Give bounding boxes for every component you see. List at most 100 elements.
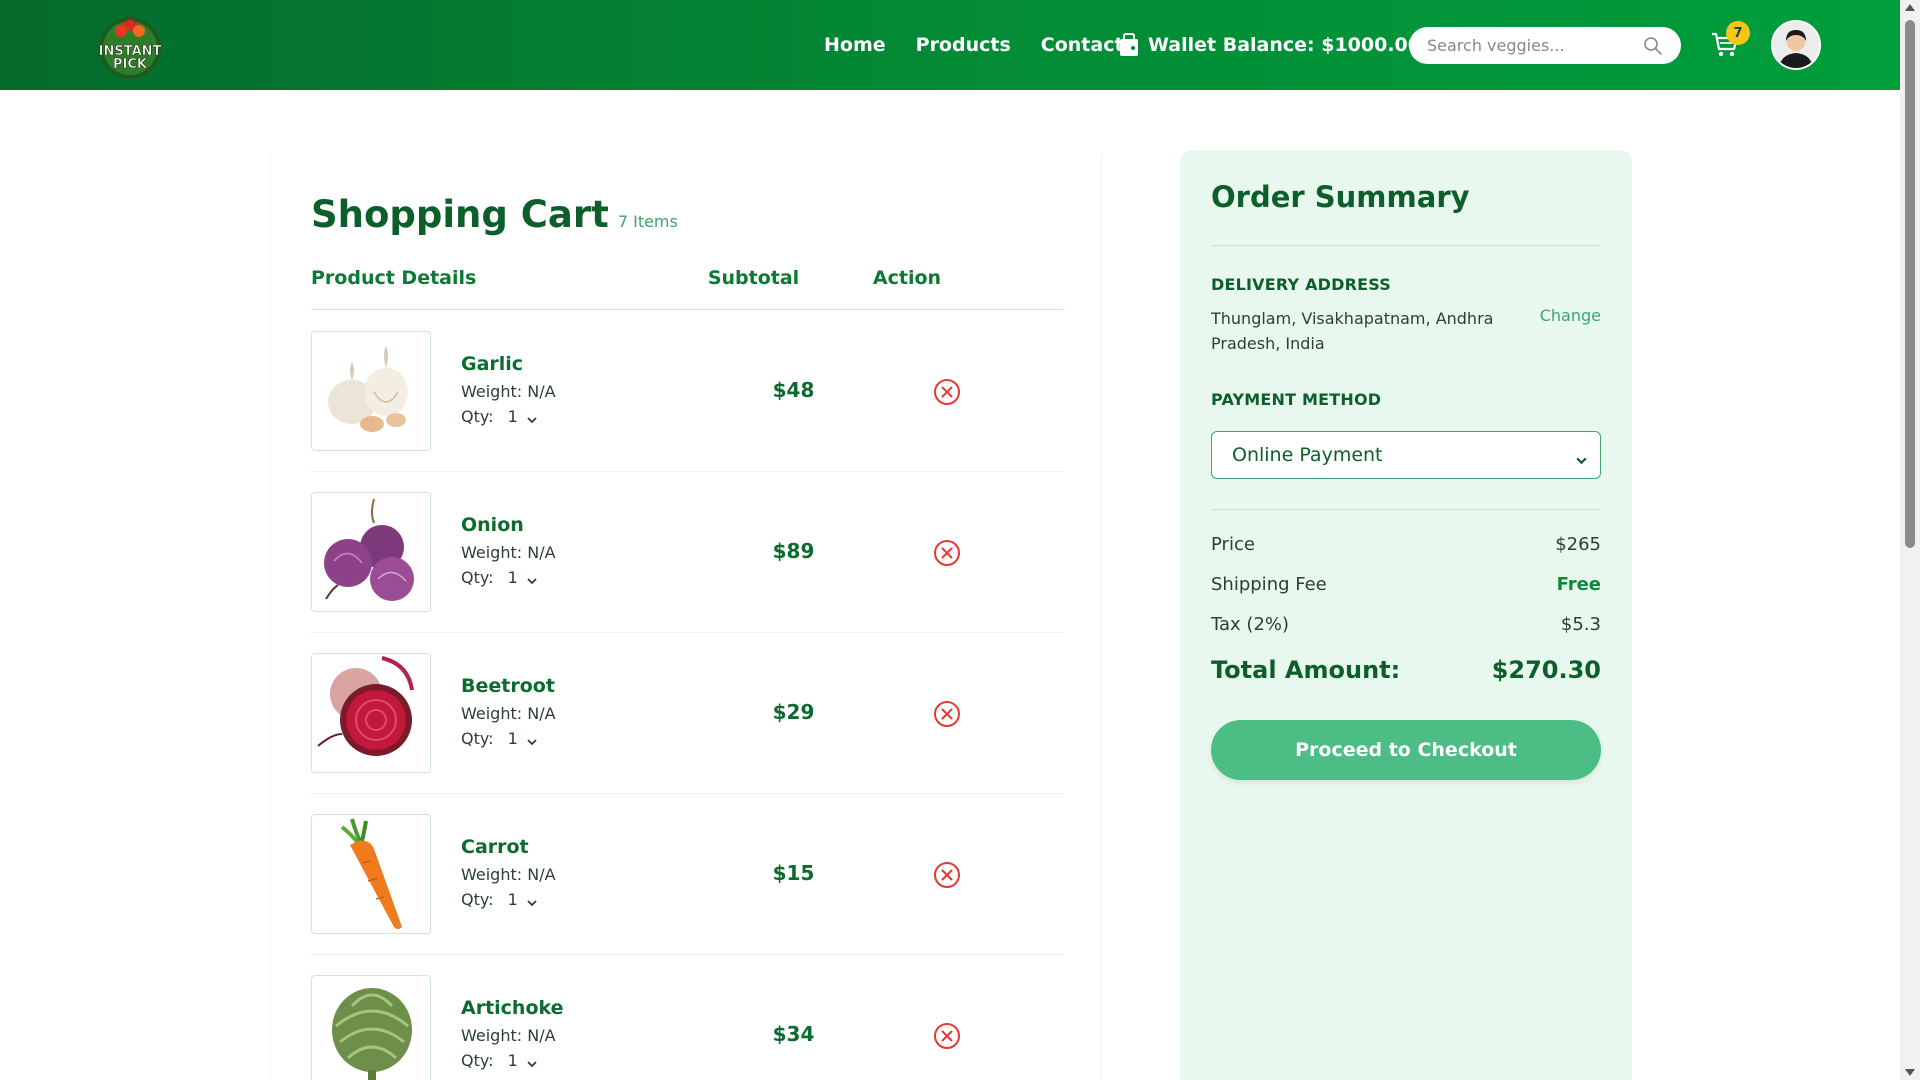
remove-item-button[interactable] [933, 700, 961, 728]
total-row: Total Amount: $270.30 [1211, 656, 1601, 684]
search-input[interactable] [1427, 36, 1643, 55]
user-avatar[interactable] [1771, 20, 1821, 70]
product-weight: Weight: N/A [461, 704, 556, 723]
tax-row: Tax (2%) $5.3 [1211, 614, 1601, 635]
product-weight: Weight: N/A [461, 865, 556, 884]
svg-text:PICK: PICK [113, 57, 148, 72]
cart-count-badge: 7 [1726, 21, 1750, 45]
product-image-garlic[interactable] [311, 331, 431, 451]
tax-label: Tax (2%) [1211, 614, 1290, 635]
order-summary-panel: Order Summary DELIVERY ADDRESS Thunglam,… [1180, 150, 1632, 1080]
scroll-down-icon[interactable] [1905, 1069, 1915, 1076]
product-name: Carrot [461, 836, 529, 858]
qty-label: Qty: [461, 1051, 494, 1070]
product-subtotal: $15 [772, 861, 815, 885]
nav-products-link[interactable]: Products [916, 34, 1011, 56]
qty-value: 1 [507, 729, 518, 748]
chevron-down-icon [526, 411, 538, 423]
payment-method-select[interactable]: Online Payment [1211, 431, 1601, 479]
scrollbar-thumb[interactable] [1905, 20, 1915, 548]
remove-item-button[interactable] [933, 1022, 961, 1050]
wallet-balance-text: Wallet Balance: $1000.00 [1148, 34, 1421, 56]
cart-row: Garlic Weight: N/A Qty: 1 $48 [311, 311, 1063, 472]
qty-label: Qty: [461, 729, 494, 748]
product-name: Onion [461, 514, 524, 536]
nav-links: Home Products Contact [824, 0, 1154, 90]
shopping-cart-panel: Shopping Cart 7 Items Product Details Su… [270, 155, 1102, 1080]
cart-item-count: 7 Items [617, 212, 678, 231]
product-weight: Weight: N/A [461, 1026, 556, 1045]
column-header-action: Action [872, 267, 942, 289]
shipping-row: Shipping Fee Free [1211, 574, 1601, 595]
page-title: Shopping Cart [311, 193, 609, 236]
delivery-address-label: DELIVERY ADDRESS [1211, 275, 1391, 294]
qty-label: Qty: [461, 568, 494, 587]
quantity-select[interactable]: Qty: 1 [461, 568, 538, 587]
product-subtotal: $89 [772, 539, 815, 563]
close-circle-icon [934, 379, 960, 405]
cart-heading: Shopping Cart 7 Items [311, 193, 678, 236]
chevron-down-icon [526, 733, 538, 745]
qty-value: 1 [507, 890, 518, 909]
page-scrollbar[interactable] [1900, 0, 1920, 1080]
product-image-onion[interactable] [311, 492, 431, 612]
search-icon[interactable] [1643, 36, 1663, 56]
column-header-product-details: Product Details [311, 267, 477, 289]
product-image-artichoke[interactable] [311, 975, 431, 1080]
close-circle-icon [934, 1023, 960, 1049]
cart-row: Carrot Weight: N/A Qty: 1 $15 [311, 794, 1063, 955]
scroll-up-icon[interactable] [1905, 4, 1915, 11]
price-row: Price $265 [1211, 534, 1601, 555]
cart-row: Onion Weight: N/A Qty: 1 $89 [311, 472, 1063, 633]
product-image-beetroot[interactable] [311, 653, 431, 773]
cart-row: Beetroot Weight: N/A Qty: 1 $29 [311, 633, 1063, 794]
change-address-link[interactable]: Change [1540, 306, 1601, 325]
remove-item-button[interactable] [933, 539, 961, 567]
delivery-address-text: Thunglam, Visakhapatnam, Andhra Pradesh,… [1211, 309, 1494, 353]
tax-value: $5.3 [1560, 614, 1601, 635]
wallet-icon [1118, 33, 1140, 57]
header-divider [311, 309, 1063, 310]
product-subtotal: $29 [772, 700, 815, 724]
nav-contact-link[interactable]: Contact [1041, 34, 1124, 56]
payment-method-value: Online Payment [1232, 444, 1383, 466]
shipping-label: Shipping Fee [1211, 574, 1327, 595]
remove-item-button[interactable] [933, 861, 961, 889]
order-summary-title: Order Summary [1211, 180, 1470, 214]
qty-label: Qty: [461, 407, 494, 426]
quantity-select[interactable]: Qty: 1 [461, 407, 538, 426]
quantity-select[interactable]: Qty: 1 [461, 890, 538, 909]
product-image-carrot[interactable] [311, 814, 431, 934]
nav-home-link[interactable]: Home [824, 34, 886, 56]
payment-method-label: PAYMENT METHOD [1211, 390, 1382, 409]
chevron-down-icon [526, 894, 538, 906]
summary-divider [1211, 245, 1601, 246]
qty-label: Qty: [461, 890, 494, 909]
qty-value: 1 [507, 568, 518, 587]
total-label: Total Amount: [1211, 656, 1401, 684]
total-value: $270.30 [1491, 656, 1601, 684]
instant-pick-logo[interactable]: INSTANT PICK [90, 8, 170, 82]
product-name: Garlic [461, 353, 524, 375]
close-circle-icon [934, 701, 960, 727]
quantity-select[interactable]: Qty: 1 [461, 729, 538, 748]
proceed-to-checkout-button[interactable]: Proceed to Checkout [1211, 720, 1601, 780]
remove-item-button[interactable] [933, 378, 961, 406]
column-header-subtotal: Subtotal [707, 267, 800, 289]
qty-value: 1 [507, 1051, 518, 1070]
top-navbar: INSTANT PICK Home Products Contact Walle… [0, 0, 1900, 90]
chevron-down-icon [1575, 450, 1588, 465]
qty-value: 1 [507, 407, 518, 426]
wallet-balance: Wallet Balance: $1000.00 [1118, 0, 1421, 90]
chevron-down-icon [526, 1055, 538, 1067]
price-label: Price [1211, 534, 1255, 555]
search-bar [1409, 27, 1681, 64]
product-subtotal: $48 [772, 378, 815, 402]
close-circle-icon [934, 540, 960, 566]
product-weight: Weight: N/A [461, 382, 556, 401]
chevron-down-icon [526, 572, 538, 584]
product-name: Artichoke [461, 997, 564, 1019]
quantity-select[interactable]: Qty: 1 [461, 1051, 538, 1070]
close-circle-icon [934, 862, 960, 888]
product-name: Beetroot [461, 675, 555, 697]
